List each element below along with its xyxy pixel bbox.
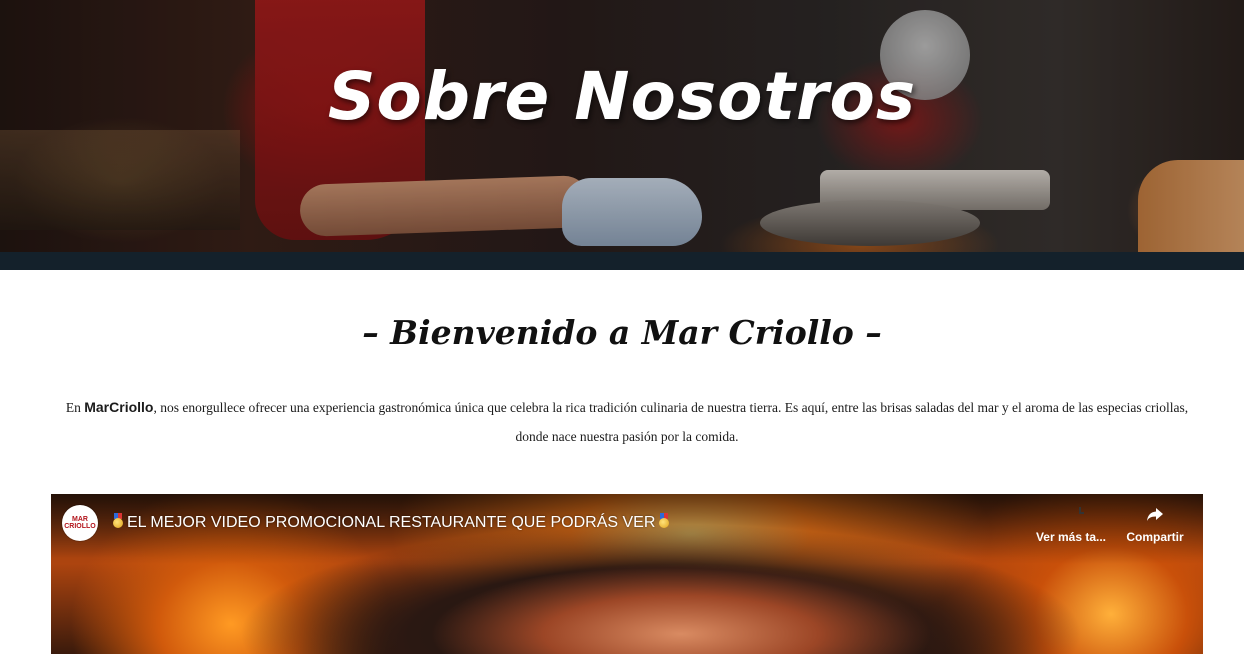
welcome-heading: – Bienvenido a Mar Criollo – xyxy=(362,313,882,352)
hero-divider-band xyxy=(0,252,1244,270)
brand-name: MarCriollo xyxy=(84,399,154,415)
share-arrow-icon xyxy=(1145,504,1165,524)
video-title-link[interactable]: EL MEJOR VIDEO PROMOCIONAL RESTAURANTE Q… xyxy=(109,513,673,532)
intro-paragraph: En MarCriollo, nos enorgullece ofrecer u… xyxy=(48,393,1206,451)
intro-prefix: En xyxy=(65,400,85,415)
share-label: Compartir xyxy=(1126,530,1184,544)
share-button[interactable]: Compartir xyxy=(1123,504,1187,544)
channel-logo[interactable]: MAR CRIOLLO xyxy=(62,505,98,541)
medal-icon xyxy=(111,513,125,529)
video-player[interactable]: MAR CRIOLLO EL MEJOR VIDEO PROMOCIONAL R… xyxy=(51,494,1203,654)
intro-text: , nos enorgullece ofrecer una experienci… xyxy=(153,400,1189,444)
watch-later-button[interactable]: Ver más ta... xyxy=(1033,504,1109,544)
watch-later-label: Ver más ta... xyxy=(1035,530,1107,544)
video-title: EL MEJOR VIDEO PROMOCIONAL RESTAURANTE Q… xyxy=(127,514,656,531)
page-title: Sobre Nosotros xyxy=(327,58,917,135)
clock-icon xyxy=(1061,504,1081,524)
medal-icon xyxy=(657,513,671,529)
channel-logo-text: MAR CRIOLLO xyxy=(64,516,96,530)
hero-banner: Sobre Nosotros xyxy=(0,0,1244,252)
